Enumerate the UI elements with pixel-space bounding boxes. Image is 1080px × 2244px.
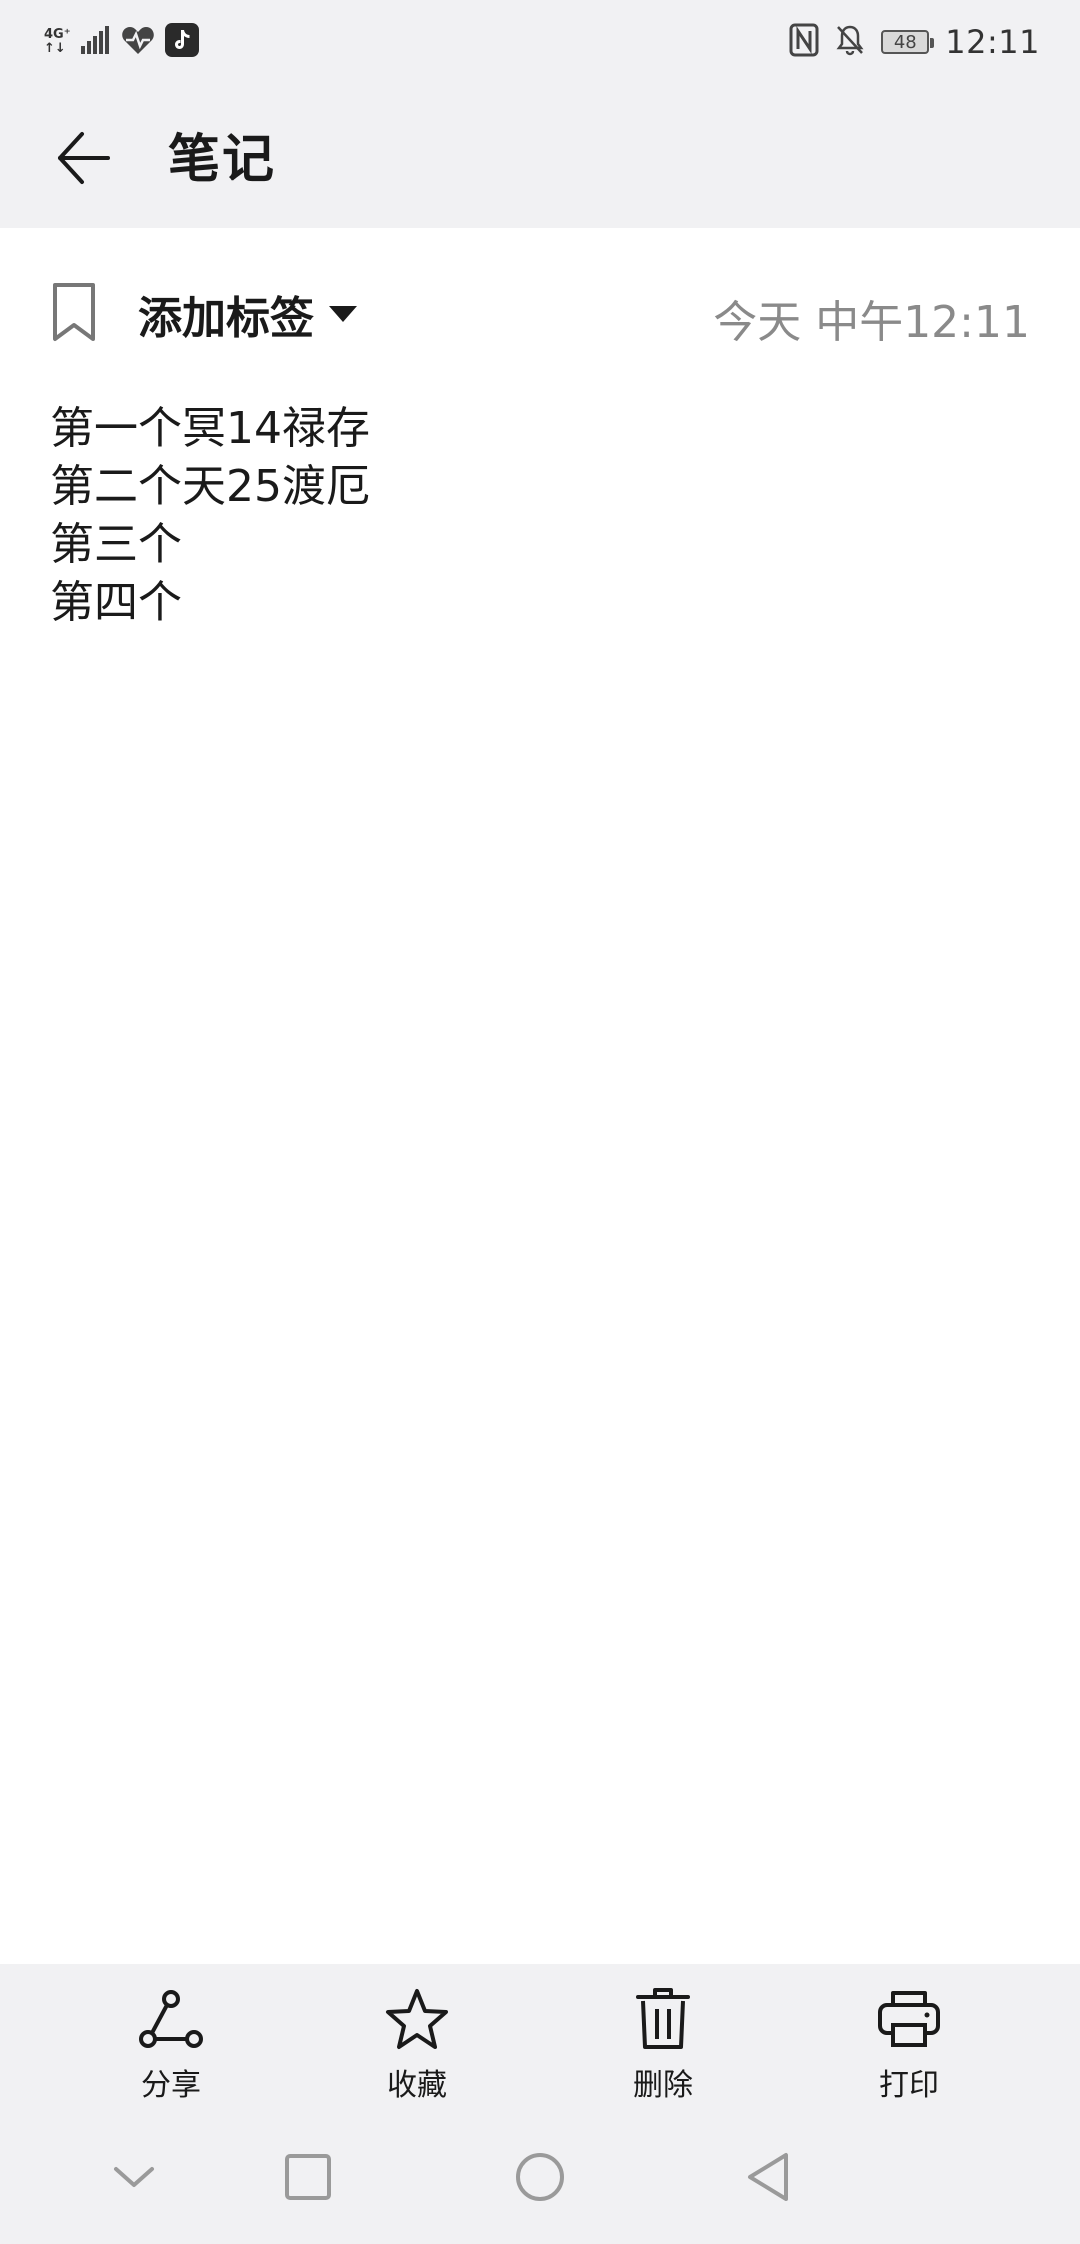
status-bar-left: 4G⁺ ↑↓ <box>44 20 199 64</box>
chevron-down-icon <box>112 2163 156 2195</box>
triangle-back-icon <box>744 2151 792 2207</box>
app-bar: 笔记 <box>0 84 1080 228</box>
status-time: 12:11 <box>945 23 1040 61</box>
star-icon <box>384 1986 450 2052</box>
delete-button[interactable]: 删除 <box>540 1964 786 2114</box>
nav-collapse-button[interactable] <box>94 2139 174 2219</box>
network-type-label: 4G⁺ <box>44 27 71 42</box>
add-tag-label: 添加标签 <box>138 293 314 344</box>
health-heart-icon <box>121 25 155 59</box>
note-line: 第四个 <box>50 577 182 628</box>
share-button[interactable]: 分享 <box>48 1964 294 2114</box>
bottom-toolbar: 分享 收藏 删除 打印 <box>0 1964 1080 2114</box>
share-icon <box>138 1986 204 2052</box>
page-title: 笔记 <box>168 130 277 190</box>
system-navigation-bar <box>0 2114 1080 2244</box>
note-line: 第三个 <box>50 519 182 570</box>
status-bar: 4G⁺ ↑↓ 48 12:11 <box>0 0 1080 84</box>
square-icon <box>284 2153 332 2205</box>
note-line: 第二个天25渡厄 <box>50 461 370 512</box>
nav-home-button[interactable] <box>500 2139 580 2219</box>
nav-back-button[interactable] <box>728 2139 808 2219</box>
note-date: 今天 中午12:11 <box>713 297 1030 348</box>
note-meta-row: 添加标签 今天 中午12:11 <box>0 250 1080 378</box>
battery-indicator: 48 <box>881 30 935 54</box>
signal-icon <box>80 26 111 58</box>
trash-icon <box>630 1986 696 2052</box>
favorite-button[interactable]: 收藏 <box>294 1964 540 2114</box>
status-bar-right: 48 12:11 <box>789 18 1040 66</box>
back-button[interactable] <box>44 120 124 200</box>
bookmark-icon <box>50 281 98 347</box>
circle-icon <box>514 2151 566 2207</box>
nav-recents-button[interactable] <box>268 2139 348 2219</box>
network-activity-label: ↑↓ <box>44 41 66 56</box>
share-label: 分享 <box>141 2068 201 2103</box>
note-line: 第一个冥14禄存 <box>50 403 370 454</box>
print-button[interactable]: 打印 <box>786 1964 1032 2114</box>
network-type: 4G⁺ ↑↓ <box>44 28 71 56</box>
printer-icon <box>876 1986 942 2052</box>
arrow-left-icon <box>54 128 114 192</box>
nfc-icon <box>789 23 819 61</box>
caret-down-icon <box>328 304 358 328</box>
bell-muted-icon <box>835 24 865 60</box>
note-content[interactable]: 第一个冥14禄存 第二个天25渡厄 第三个 第四个 <box>50 400 1030 632</box>
battery-level: 48 <box>893 31 917 53</box>
tiktok-icon <box>164 23 199 61</box>
favorite-label: 收藏 <box>387 2068 447 2103</box>
add-tag-button[interactable]: 添加标签 <box>50 278 358 350</box>
print-label: 打印 <box>879 2068 939 2103</box>
delete-label: 删除 <box>633 2068 693 2103</box>
